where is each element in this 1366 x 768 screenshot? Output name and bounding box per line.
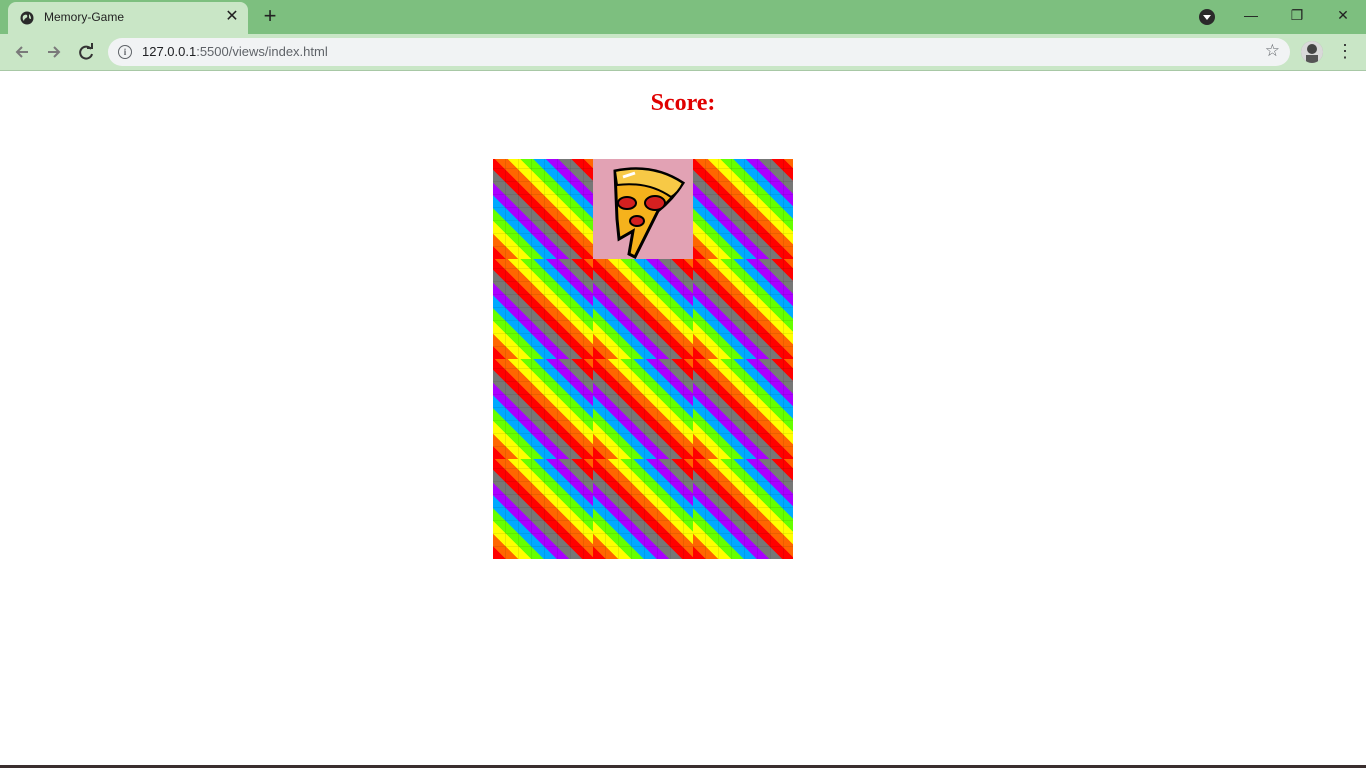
arrow-right-icon[interactable] (40, 38, 68, 66)
card-back[interactable] (493, 459, 593, 559)
reload-icon[interactable] (72, 38, 100, 66)
avatar[interactable] (1301, 41, 1323, 63)
info-icon[interactable]: i (118, 45, 132, 59)
new-tab-button[interactable]: + (258, 5, 282, 28)
card-back[interactable] (493, 259, 593, 359)
card-back[interactable] (593, 259, 693, 359)
address-bar[interactable]: i 127.0.0.1:5500/views/index.html ☆ (108, 38, 1290, 66)
card-back[interactable] (693, 359, 793, 459)
game-board (493, 159, 793, 559)
card-front-pizza[interactable] (593, 159, 693, 260)
tab-search-icon[interactable] (1199, 9, 1215, 25)
card-back[interactable] (493, 359, 593, 459)
pizza-slice-icon (613, 167, 686, 260)
card-back[interactable] (493, 159, 593, 259)
browser-titlebar: Memory-Game ✕ + — ❐ ✕ (0, 0, 1366, 34)
score-label: Score: (650, 90, 716, 116)
url-text[interactable]: 127.0.0.1:5500/views/index.html (142, 44, 328, 59)
kebab-menu-icon[interactable]: ⋮ (1336, 40, 1354, 64)
restore-button[interactable]: ❐ (1274, 0, 1320, 32)
browser-toolbar: i 127.0.0.1:5500/views/index.html ☆ (0, 34, 1366, 71)
arrow-left-icon[interactable] (8, 38, 36, 66)
card-back[interactable] (593, 359, 693, 459)
globe-icon (20, 11, 34, 25)
card-back[interactable] (593, 459, 693, 559)
url-host: 127.0.0.1 (142, 44, 197, 59)
close-window-button[interactable]: ✕ (1320, 0, 1366, 32)
tab-close-icon[interactable]: ✕ (224, 9, 240, 25)
minimize-button[interactable]: — (1228, 0, 1274, 32)
url-path: :5500/views/index.html (196, 44, 328, 59)
card-back[interactable] (693, 259, 793, 359)
browser-tab[interactable]: Memory-Game ✕ (8, 2, 248, 34)
tab-title: Memory-Game (44, 10, 125, 24)
card-back[interactable] (693, 159, 793, 259)
card-back[interactable] (693, 459, 793, 559)
star-icon[interactable]: ☆ (1265, 41, 1280, 61)
